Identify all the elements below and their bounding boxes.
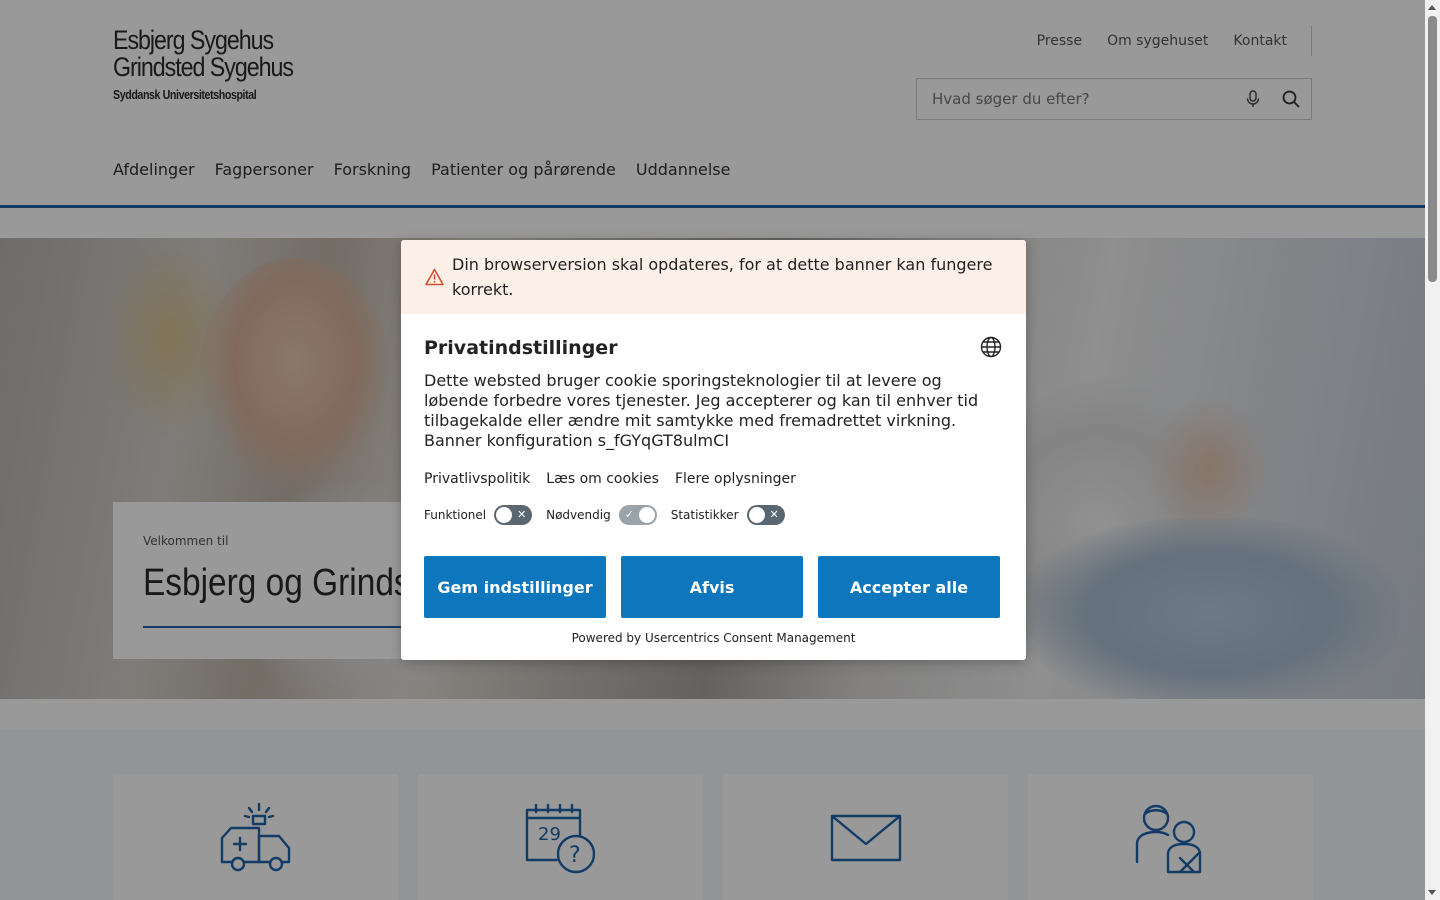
browser-warning-text: Din browserversion skal opdateres, for a… (452, 255, 993, 299)
globe-icon[interactable] (980, 336, 1002, 358)
powered-by-text: Powered by Usercentrics Consent Manageme… (571, 631, 856, 645)
scroll-down-arrow-icon[interactable] (1428, 890, 1436, 895)
toggle-label-statistikker: Statistikker (670, 508, 739, 522)
consent-links: Privatlivspolitik Læs om cookies Flere o… (424, 471, 812, 487)
scroll-up-arrow-icon[interactable] (1428, 5, 1436, 10)
toggle-label-funktionel: Funktionel (424, 508, 487, 522)
privacy-policy-link[interactable]: Privatlivspolitik (424, 471, 530, 487)
toggle-label-noedvendig: Nødvendig (546, 508, 611, 522)
page-scrollbar[interactable] (1425, 0, 1440, 900)
toggle-statistikker[interactable]: ✕ (746, 505, 785, 525)
toggle-funktionel[interactable]: ✕ (494, 505, 533, 525)
save-settings-button[interactable]: Gem indstillinger (424, 556, 606, 618)
browser-warning-banner: Din browserversion skal opdateres, for a… (401, 240, 1026, 314)
toggle-noedvendig: ✓ (618, 505, 657, 525)
scrollbar-thumb[interactable] (1428, 16, 1437, 282)
consent-title: Privatindstillinger (424, 337, 618, 359)
accept-all-button[interactable]: Accepter alle (818, 556, 1000, 618)
consent-description: Dette websted bruger cookie sporingstekn… (424, 371, 979, 450)
deny-button[interactable]: Afvis (621, 556, 803, 618)
consent-buttons: Gem indstillinger Afvis Accepter alle (424, 556, 1000, 618)
consent-category-toggles: Funktionel ✕ Nødvendig ✓ Statistikker ✕ (424, 505, 799, 525)
cookie-consent-dialog: Din browserversion skal opdateres, for a… (401, 240, 1026, 660)
more-info-link[interactable]: Flere oplysninger (675, 471, 796, 487)
warning-triangle-icon (425, 268, 444, 286)
cookie-info-link[interactable]: Læs om cookies (546, 471, 659, 487)
